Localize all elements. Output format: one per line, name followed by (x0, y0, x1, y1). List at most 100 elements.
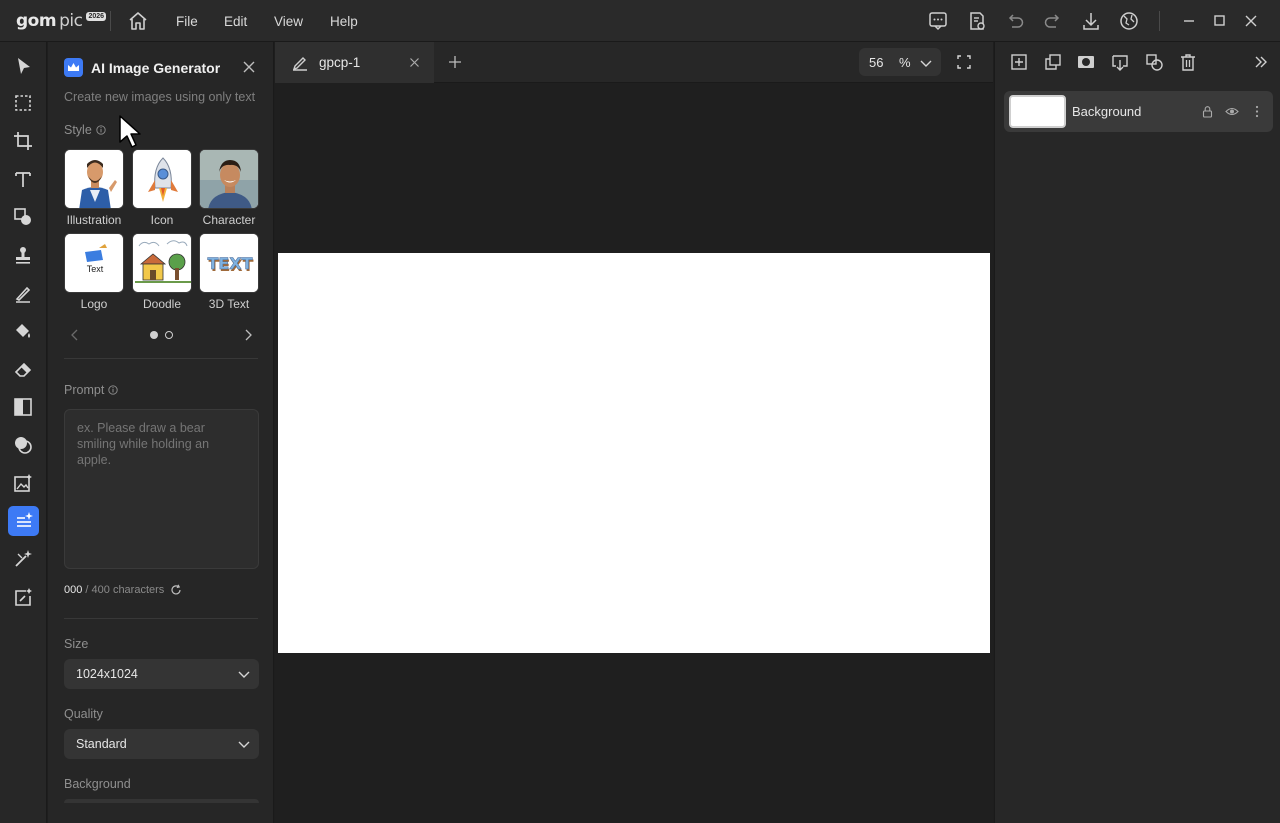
style-label-doodle: Doodle (142, 297, 182, 311)
layer-thumbnail (1009, 95, 1066, 128)
close-window-icon[interactable] (1240, 10, 1262, 32)
tab-document[interactable]: gpcp-1 (275, 42, 434, 83)
pager-dot[interactable] (165, 331, 173, 339)
style-pager (64, 326, 260, 344)
home-icon[interactable] (127, 10, 149, 32)
visibility-eye-icon[interactable] (1225, 105, 1239, 118)
style-option-doodle[interactable]: Doodle (132, 233, 192, 311)
background-label: Background (64, 777, 131, 791)
style-label-character: Character (202, 213, 256, 227)
blend-icon[interactable] (11, 433, 35, 457)
style-option-illustration[interactable]: Illustration (64, 149, 124, 227)
gradient-icon[interactable] (11, 395, 35, 419)
ai-image-generator-icon[interactable] (8, 506, 39, 536)
style-option-character[interactable]: Character (199, 149, 259, 227)
feedback-icon[interactable] (927, 10, 949, 32)
select-arrow-icon[interactable] (11, 54, 35, 78)
paint-bucket-icon[interactable] (11, 319, 35, 343)
illustration-man-thumbnail (64, 149, 124, 209)
chevron-down-icon (238, 741, 250, 748)
logo-thumb-text: Text (87, 264, 104, 274)
stamp-icon[interactable] (11, 243, 35, 267)
chevron-right-icon[interactable] (243, 329, 253, 341)
info-icon[interactable] (108, 385, 118, 395)
document-canvas[interactable] (278, 253, 990, 653)
style-option-3d-text[interactable]: TEXT TEXT 3D Text (199, 233, 259, 311)
3d-text-thumbnail: TEXT TEXT (199, 233, 259, 293)
fit-screen-icon[interactable] (957, 55, 971, 69)
download-icon[interactable] (1080, 10, 1102, 32)
prompt-label: Prompt (64, 383, 118, 397)
zoom-value: 56 (869, 55, 884, 70)
lock-icon[interactable] (1201, 105, 1214, 118)
ai-export-icon[interactable] (11, 585, 35, 609)
menu-edit[interactable]: Edit (224, 14, 247, 29)
pager-dot-active[interactable] (150, 331, 158, 339)
menu-help[interactable]: Help (330, 14, 358, 29)
add-tab-icon[interactable] (448, 55, 462, 69)
merge-down-icon[interactable] (1110, 52, 1130, 72)
collapse-panel-icon[interactable] (1251, 52, 1271, 72)
style-label-icon: Icon (150, 213, 174, 227)
chevron-left-icon[interactable] (70, 329, 80, 341)
arrange-layers-icon[interactable] (1144, 52, 1164, 72)
layers-panel: Background (994, 42, 1280, 823)
chevron-down-icon (920, 60, 932, 67)
globe-icon[interactable] (1118, 10, 1140, 32)
delete-layer-icon[interactable] (1178, 52, 1198, 72)
ai-image-edit-icon[interactable] (11, 471, 35, 495)
maximize-icon[interactable] (1208, 10, 1230, 32)
crop-icon[interactable] (11, 129, 35, 153)
tab-bar: gpcp-1 56 % (275, 42, 993, 83)
tool-sidebar (0, 42, 47, 823)
divider (1159, 11, 1160, 31)
style-label: Style (64, 123, 106, 137)
redo-icon[interactable] (1042, 10, 1064, 32)
zoom-select[interactable]: 56 % (859, 48, 941, 76)
layer-name: Background (1072, 104, 1142, 119)
prompt-label-text: Prompt (64, 383, 105, 397)
layer-item[interactable]: Background (1004, 91, 1273, 132)
text-tool-icon[interactable] (11, 167, 35, 191)
divider (64, 358, 258, 359)
info-icon[interactable] (96, 125, 106, 135)
add-layer-icon[interactable] (1009, 52, 1029, 72)
style-option-logo[interactable]: Text Logo (64, 233, 124, 311)
prompt-input[interactable] (64, 409, 259, 569)
canvas-area[interactable] (275, 83, 993, 823)
eraser-icon[interactable] (11, 357, 35, 381)
crown-icon (64, 58, 83, 77)
layer-mask-icon[interactable] (1076, 52, 1096, 72)
shape-tool-icon[interactable] (11, 205, 35, 229)
menu-file[interactable]: File (176, 14, 198, 29)
close-icon[interactable] (242, 60, 256, 74)
background-select[interactable] (64, 799, 259, 803)
mouse-cursor-icon (119, 115, 141, 148)
ai-image-generator-panel: AI Image Generator Create new images usi… (48, 42, 274, 823)
reset-icon[interactable] (170, 584, 182, 596)
more-options-icon[interactable] (1254, 105, 1260, 118)
style-label-text: Style (64, 123, 92, 137)
brush-icon[interactable] (11, 281, 35, 305)
magic-wand-icon[interactable] (11, 547, 35, 571)
style-label-3d-text: 3D Text (208, 297, 250, 311)
size-select[interactable]: 1024x1024 (64, 659, 259, 689)
close-tab-icon[interactable] (409, 57, 420, 68)
quality-select[interactable]: Standard (64, 729, 259, 759)
document-settings-icon[interactable] (966, 10, 988, 32)
logo-suffix: pic (59, 11, 83, 31)
quality-label: Quality (64, 707, 103, 721)
menu-view[interactable]: View (274, 14, 303, 29)
tab-title: gpcp-1 (319, 55, 361, 70)
style-option-icon[interactable]: Icon (132, 149, 192, 227)
char-count: 000 (64, 584, 83, 596)
title-bar: gom pic 2026 File Edit View Help (0, 0, 1280, 42)
minimize-icon[interactable] (1178, 10, 1200, 32)
undo-icon[interactable] (1004, 10, 1026, 32)
marquee-select-icon[interactable] (11, 91, 35, 115)
3d-text-front: TEXT (207, 254, 252, 273)
size-value: 1024x1024 (76, 667, 138, 681)
rocket-thumbnail (132, 149, 192, 209)
divider (110, 11, 111, 31)
duplicate-layer-icon[interactable] (1043, 52, 1063, 72)
